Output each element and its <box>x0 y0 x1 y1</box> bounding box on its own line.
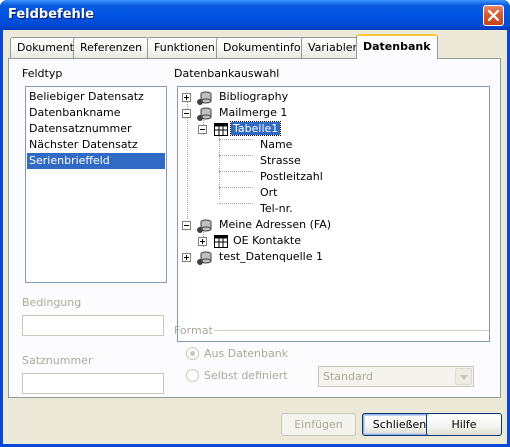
feldtyp-label: Feldtyp <box>22 67 63 80</box>
format-select[interactable]: Standard <box>318 366 474 387</box>
tree-node-label: Meine Adressen (FA) <box>219 218 332 231</box>
bedingung-input[interactable] <box>22 315 164 336</box>
tree-connector <box>219 187 253 188</box>
tree-connector <box>219 133 220 199</box>
database-icon <box>197 107 212 121</box>
tree-connector <box>219 155 253 156</box>
datenbankauswahl-label: Datenbankauswahl <box>174 67 280 80</box>
format-separator <box>214 330 489 331</box>
tree-connector <box>187 101 188 219</box>
dropdown-button[interactable] <box>455 368 472 385</box>
feldtyp-list[interactable]: Beliebiger Datensatz Datenbankname Daten… <box>25 86 167 283</box>
tree-node-label: Strasse <box>260 154 301 167</box>
tree-node-label: Tel-nr. <box>260 202 293 215</box>
tree-node-label: Name <box>260 138 293 151</box>
radio-aus-datenbank-label: Aus Datenbank <box>204 347 289 360</box>
database-icon <box>197 91 212 105</box>
table-icon <box>214 235 228 248</box>
table-icon <box>214 123 228 136</box>
collapse-icon[interactable] <box>182 221 191 230</box>
tab-dokument[interactable]: Dokument <box>10 37 81 58</box>
close-icon <box>487 9 500 22</box>
collapse-icon[interactable] <box>182 109 191 118</box>
tree-node-label: test_Datenquelle 1 <box>219 250 323 263</box>
expand-icon[interactable] <box>182 93 191 102</box>
expand-icon[interactable] <box>182 253 191 262</box>
tree-node-label: Postleitzahl <box>260 170 323 183</box>
format-select-value: Standard <box>323 370 374 383</box>
close-button[interactable] <box>483 5 504 26</box>
title-bar[interactable]: Feldbefehle <box>0 0 510 30</box>
radio-selbst-definiert-label: Selbst definiert <box>204 369 288 382</box>
tab-dokumentinfo[interactable]: Dokumentinfo <box>216 37 308 58</box>
list-item-selected[interactable]: Serienbrieffeld <box>27 153 165 169</box>
list-item[interactable]: Datenbankname <box>27 105 165 121</box>
tree-node-label: OE Kontakte <box>233 234 301 247</box>
collapse-icon[interactable] <box>198 125 207 134</box>
bedingung-label: Bedingung <box>22 296 82 309</box>
list-item[interactable]: Beliebiger Datensatz <box>27 89 165 105</box>
radio-aus-datenbank[interactable] <box>186 347 199 360</box>
help-button[interactable]: Hilfe <box>426 413 502 436</box>
chevron-down-icon <box>460 375 468 380</box>
satznummer-label: Satznummer <box>22 354 93 367</box>
tree-node-label: Ort <box>260 186 278 199</box>
tab-referenzen[interactable]: Referenzen <box>73 37 150 58</box>
database-icon <box>197 219 212 233</box>
satznummer-input[interactable] <box>22 373 164 394</box>
dialog-client: Dokument Referenzen Funktionen Dokumenti… <box>3 30 507 444</box>
tree-node-label: Tabelle1 <box>229 121 282 136</box>
database-icon <box>197 251 212 265</box>
tree-node-label: Bibliography <box>219 90 289 103</box>
tree-node-label: Mailmerge 1 <box>219 106 288 119</box>
list-item[interactable]: Nächster Datensatz <box>27 137 165 153</box>
tree-connector <box>219 203 253 204</box>
dialog-window: Feldbefehle Dokument Referenzen Funktion… <box>0 0 510 447</box>
tab-funktionen[interactable]: Funktionen <box>147 37 222 58</box>
tree-connector <box>219 171 253 172</box>
radio-selbst-definiert[interactable] <box>186 369 199 382</box>
window-title: Feldbefehle <box>8 7 95 22</box>
tab-datenbank[interactable]: Datenbank <box>356 34 438 59</box>
expand-icon[interactable] <box>198 237 207 246</box>
insert-button[interactable]: Einfügen <box>281 413 356 436</box>
tree-connector <box>219 139 253 140</box>
list-item[interactable]: Datensatznummer <box>27 121 165 137</box>
database-tree[interactable]: Bibliography Mailmerge 1 Tabelle1 Name S… <box>177 86 490 342</box>
format-label: Format <box>174 324 213 337</box>
